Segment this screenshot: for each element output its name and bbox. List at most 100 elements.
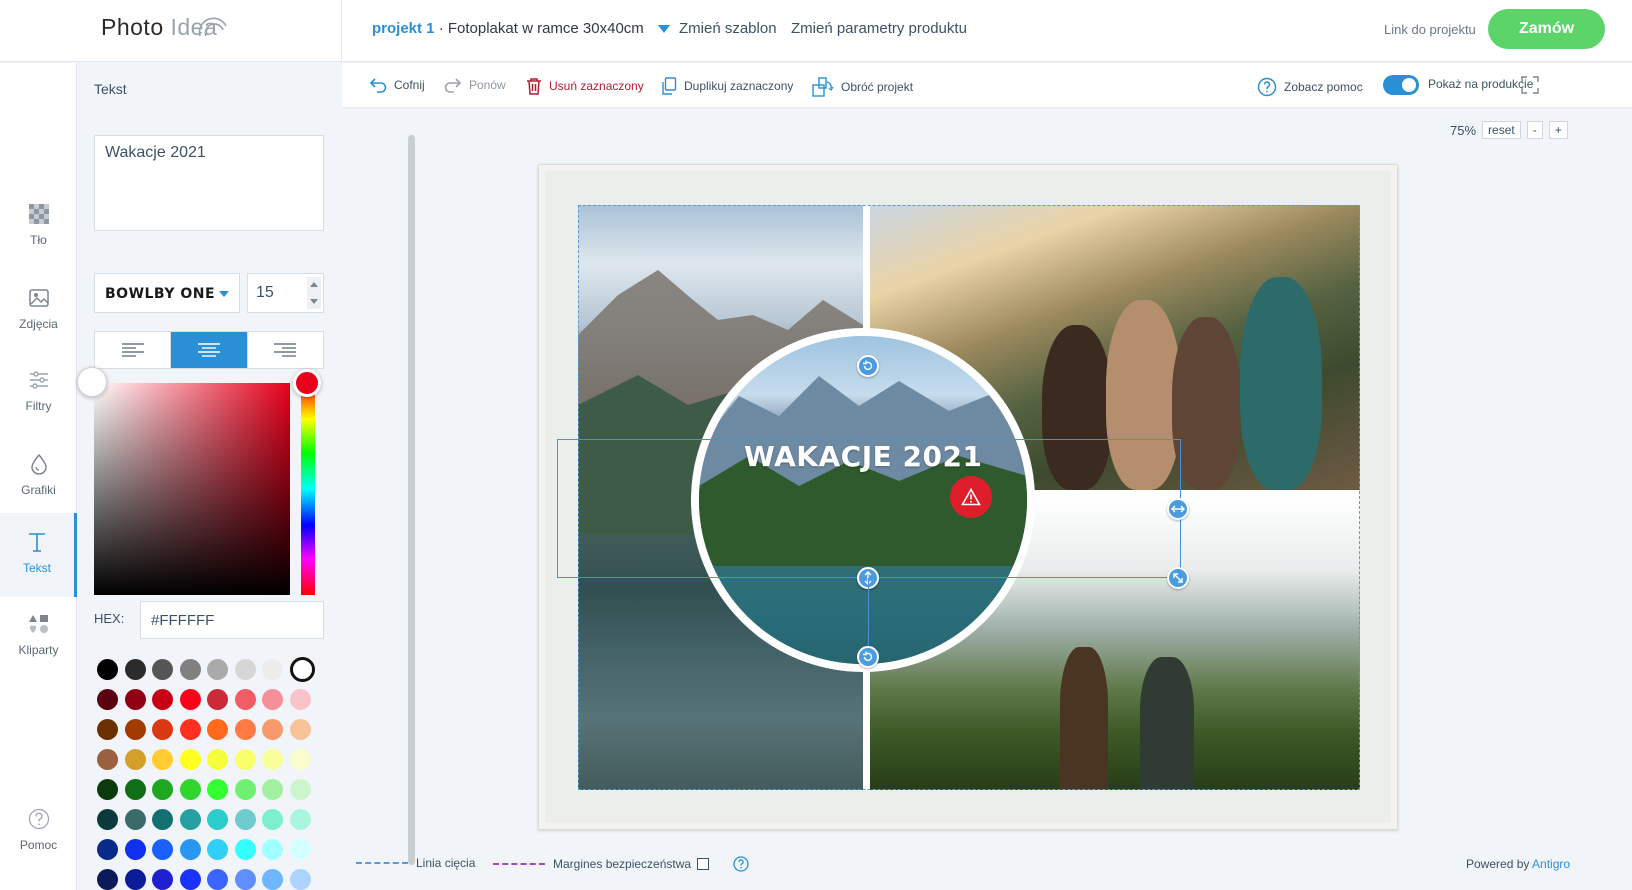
color-swatch[interactable] [179,779,201,800]
caret-down-icon[interactable] [657,25,670,34]
hue-slider[interactable] [301,383,315,595]
color-swatch[interactable] [207,749,228,770]
color-swatch[interactable] [289,809,311,830]
color-swatch[interactable] [124,779,146,800]
color-swatch[interactable] [289,779,311,800]
color-swatch[interactable] [289,657,315,682]
duplicate-selected-button[interactable]: Duplikuj zaznaczony [661,77,793,95]
color-swatch[interactable] [234,839,256,860]
color-swatch[interactable] [124,869,146,890]
color-swatch[interactable] [124,749,146,770]
font-size-input[interactable]: 15 [247,273,324,313]
rail-item-filters[interactable]: Filtry [0,369,77,453]
color-swatch[interactable] [262,719,283,740]
color-swatch[interactable] [97,749,118,770]
color-swatch[interactable] [207,809,228,830]
change-params-link[interactable]: Zmień parametry produktu [791,20,967,37]
delete-selected-button[interactable]: Usuń zaznaczony [526,77,644,95]
color-swatch[interactable] [179,869,201,890]
color-swatch[interactable] [97,689,118,710]
color-swatch[interactable] [152,719,173,740]
color-swatch[interactable] [289,749,311,770]
color-swatch[interactable] [207,689,228,710]
poster-text[interactable]: WAKACJE 2021 [744,440,994,473]
color-swatch[interactable] [262,659,283,680]
powered-brand-link[interactable]: Antigro [1532,857,1570,871]
color-swatch[interactable] [179,809,201,830]
color-swatch[interactable] [207,839,228,860]
color-swatch[interactable] [97,659,118,680]
color-swatch[interactable] [97,869,118,890]
color-swatch[interactable] [234,779,256,800]
safety-margin-checkbox[interactable] [697,858,710,870]
color-swatch[interactable] [234,719,256,740]
zoom-out-button[interactable]: - [1526,121,1543,139]
color-swatch[interactable] [179,719,201,740]
color-swatch[interactable] [262,839,283,860]
hue-slider-handle[interactable] [293,369,321,397]
color-swatch[interactable] [207,719,228,740]
color-swatch[interactable] [289,839,311,860]
rotate-project-button[interactable]: Obróć projekt [812,77,913,97]
project-link[interactable]: Link do projektu [1384,22,1476,37]
rail-item-photos[interactable]: Zdjęcia [0,287,77,371]
panel-scrollbar[interactable] [408,135,415,865]
resize-horizontal-handle[interactable] [1167,498,1189,520]
redo-button[interactable]: Ponów [444,77,506,93]
color-swatch[interactable] [152,689,173,710]
color-swatch[interactable] [97,719,118,740]
align-center-button[interactable] [171,332,248,368]
color-swatch[interactable] [234,659,256,680]
color-swatch[interactable] [289,719,311,740]
color-swatch[interactable] [262,779,283,800]
color-swatch[interactable] [234,869,256,890]
align-right-button[interactable] [248,332,323,368]
color-swatch[interactable] [152,869,173,890]
zoom-reset-button[interactable]: reset [1482,121,1521,139]
color-swatch[interactable] [234,749,256,770]
color-swatch[interactable] [124,809,146,830]
rail-item-background[interactable]: Tło [0,203,77,287]
color-swatch[interactable] [124,719,146,740]
color-swatch[interactable] [152,779,173,800]
align-left-button[interactable] [95,332,172,368]
color-swatch[interactable] [207,659,228,680]
color-swatch[interactable] [97,779,118,800]
warning-button[interactable] [950,476,992,518]
color-swatch[interactable] [262,869,283,890]
rotate-handle-top[interactable] [857,355,879,377]
color-swatch[interactable] [152,749,173,770]
help-button[interactable]: Zobacz pomoc [1257,77,1363,97]
order-button[interactable]: Zamów [1488,9,1605,49]
color-swatch[interactable] [152,659,173,680]
color-swatch[interactable] [262,809,283,830]
color-picker-handle[interactable] [77,367,107,397]
color-swatch[interactable] [179,689,201,710]
help-circle-icon[interactable] [733,856,749,872]
color-swatch[interactable] [97,839,118,860]
hex-input[interactable]: #FFFFFF [140,601,324,639]
text-content-input[interactable]: Wakacje 2021 [94,135,324,231]
color-swatch[interactable] [234,689,256,710]
color-swatch[interactable] [152,839,173,860]
color-swatch[interactable] [124,839,146,860]
color-swatch[interactable] [234,809,256,830]
font-select[interactable]: BOWLBY ONE [94,273,240,313]
change-template-link[interactable]: Zmień szablon [679,20,777,37]
rail-item-cliparts[interactable]: Kliparty [0,613,77,697]
color-swatch[interactable] [207,779,228,800]
color-swatch[interactable] [262,749,283,770]
color-swatch[interactable] [152,809,173,830]
color-picker-area[interactable] [94,383,290,595]
undo-button[interactable]: Cofnij [369,77,425,93]
size-decrement-button[interactable] [307,293,321,309]
color-swatch[interactable] [124,689,146,710]
zoom-in-button[interactable]: + [1548,121,1568,139]
color-swatch[interactable] [207,869,228,890]
fullscreen-icon[interactable] [1521,76,1539,94]
color-swatch[interactable] [179,659,201,680]
size-increment-button[interactable] [307,277,321,293]
color-swatch[interactable] [97,809,118,830]
color-swatch[interactable] [262,689,283,710]
color-swatch[interactable] [289,689,311,710]
